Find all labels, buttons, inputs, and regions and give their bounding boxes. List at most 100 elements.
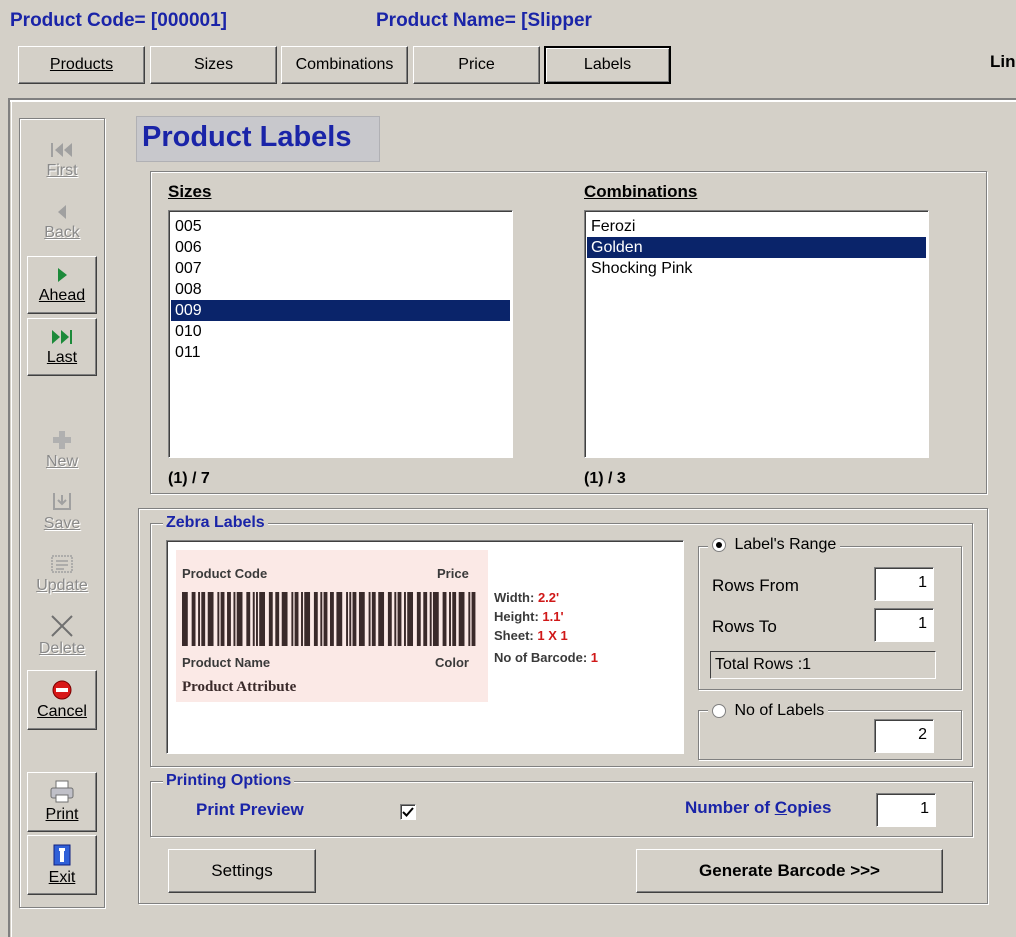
cancel-button[interactable]: Cancel [27, 670, 97, 730]
barcode-bar [336, 592, 343, 646]
generate-barcode-label: Generate Barcode >>> [699, 861, 880, 880]
label-range-label: Label's Range [734, 536, 837, 553]
ahead-button[interactable]: Ahead [27, 256, 97, 314]
label-range-radio-button[interactable] [712, 537, 726, 552]
barcode-bar [207, 592, 214, 646]
delete-button[interactable]: Delete [27, 606, 97, 666]
tab-products-label: Products [49, 56, 114, 73]
tab-labels[interactable]: Labels [544, 46, 671, 84]
spec-barcodes-label: No of Barcode: [494, 650, 588, 665]
sizes-item[interactable]: 005 [171, 216, 510, 237]
exit-door-icon [53, 844, 71, 866]
print-preview-checkbox[interactable] [400, 804, 416, 820]
settings-button-label: Settings [211, 861, 273, 880]
first-button[interactable]: First [27, 130, 97, 190]
skip-last-icon [52, 330, 72, 344]
sizes-title: Sizes [168, 182, 212, 201]
barcode-bar [320, 592, 323, 646]
barcode-bar [246, 592, 251, 646]
preview-product-name: Product Name [182, 655, 271, 670]
exit-label: Exit [48, 869, 76, 886]
tab-combinations-label: Combinations [295, 56, 394, 73]
combinations-item-selected[interactable]: Golden [587, 237, 926, 258]
save-icon [53, 493, 71, 510]
combinations-counter: (1) / 3 [584, 470, 626, 487]
new-label: New [45, 453, 78, 470]
label-range-radio[interactable]: Label's Range [708, 536, 841, 554]
barcode-bar [198, 592, 201, 646]
new-record-icon [53, 431, 71, 449]
sizes-item[interactable]: 008 [171, 279, 510, 300]
step-back-icon [58, 205, 66, 219]
ahead-label: Ahead [38, 287, 86, 304]
page-title: Product Labels [142, 121, 352, 153]
no-of-labels-input[interactable]: 2 [874, 719, 934, 753]
save-button[interactable]: Save [27, 482, 97, 542]
back-button[interactable]: Back [27, 192, 97, 252]
combinations-item[interactable]: Shocking Pink [587, 258, 926, 279]
exit-button[interactable]: Exit [27, 835, 97, 895]
checkmark-icon [402, 807, 414, 817]
barcode-bar [449, 592, 451, 646]
tab-sizes[interactable]: Sizes [150, 46, 277, 84]
barcode-bar [471, 592, 476, 646]
barcode-bar [330, 592, 334, 646]
tab-price[interactable]: Price [413, 46, 540, 84]
combinations-item[interactable]: Ferozi [587, 216, 926, 237]
barcode-bar [217, 592, 220, 646]
generate-barcode-button[interactable]: Generate Barcode >>> [636, 849, 943, 893]
barcode-bar [429, 592, 432, 646]
rows-from-label: Rows From [712, 576, 799, 595]
barcode-bar [227, 592, 231, 646]
print-button[interactable]: Print [27, 772, 97, 832]
rows-from-input[interactable]: 1 [874, 567, 934, 601]
barcode-bar [275, 592, 280, 646]
barcode-bar [323, 592, 328, 646]
product-name-label: Product Name= [Slipper [376, 10, 592, 31]
tab-combinations[interactable]: Combinations [281, 46, 408, 84]
barcode-bar [394, 592, 397, 646]
preview-product-code: Product Code [182, 566, 268, 581]
barcode-bar [371, 592, 376, 646]
barcode-bar [458, 592, 465, 646]
no-of-labels-radio[interactable]: No of Labels [708, 702, 829, 720]
rows-to-input[interactable]: 1 [874, 608, 934, 642]
barcode-bar [358, 592, 365, 646]
barcode-bar [423, 592, 428, 646]
update-button[interactable]: Update [27, 544, 97, 604]
spec-width-value: 2.2' [537, 590, 560, 605]
barcode-graphic [182, 592, 476, 646]
barcode-bar [301, 592, 303, 646]
sizes-item[interactable]: 010 [171, 321, 510, 342]
total-rows-display: Total Rows :1 [710, 651, 936, 679]
delete-label: Delete [38, 640, 86, 657]
cancel-stop-icon [52, 680, 72, 700]
new-button[interactable]: New [27, 420, 97, 480]
number-of-copies-label: Number of Copies [685, 798, 831, 818]
left-edge-divider [8, 100, 12, 937]
step-ahead-icon [58, 268, 67, 282]
barcode-bar [191, 592, 196, 646]
preview-price: Price [437, 566, 469, 581]
no-of-labels-radio-button[interactable] [712, 703, 726, 718]
combinations-listbox[interactable]: Ferozi Golden Shocking Pink [584, 210, 929, 458]
last-button[interactable]: Last [27, 318, 97, 376]
sizes-item-selected[interactable]: 009 [171, 300, 510, 321]
barcode-bar [220, 592, 225, 646]
save-label: Save [43, 515, 81, 532]
barcode-bar [291, 592, 294, 646]
sizes-item[interactable]: 006 [171, 237, 510, 258]
spec-sheet-value: 1 X 1 [537, 628, 568, 643]
sizes-listbox[interactable]: 005 006 007 008 009 010 011 [168, 210, 513, 458]
barcode-bar [304, 592, 311, 646]
first-label: First [46, 162, 78, 179]
spec-sheet-label: Sheet: [494, 628, 534, 643]
last-label: Last [46, 349, 78, 366]
barcode-bar [387, 592, 392, 646]
tab-products[interactable]: Products [18, 46, 145, 84]
header-divider [8, 98, 1016, 102]
settings-button[interactable]: Settings [168, 849, 316, 893]
number-of-copies-input[interactable]: 1 [876, 793, 936, 827]
sizes-item[interactable]: 011 [171, 342, 510, 363]
sizes-item[interactable]: 007 [171, 258, 510, 279]
